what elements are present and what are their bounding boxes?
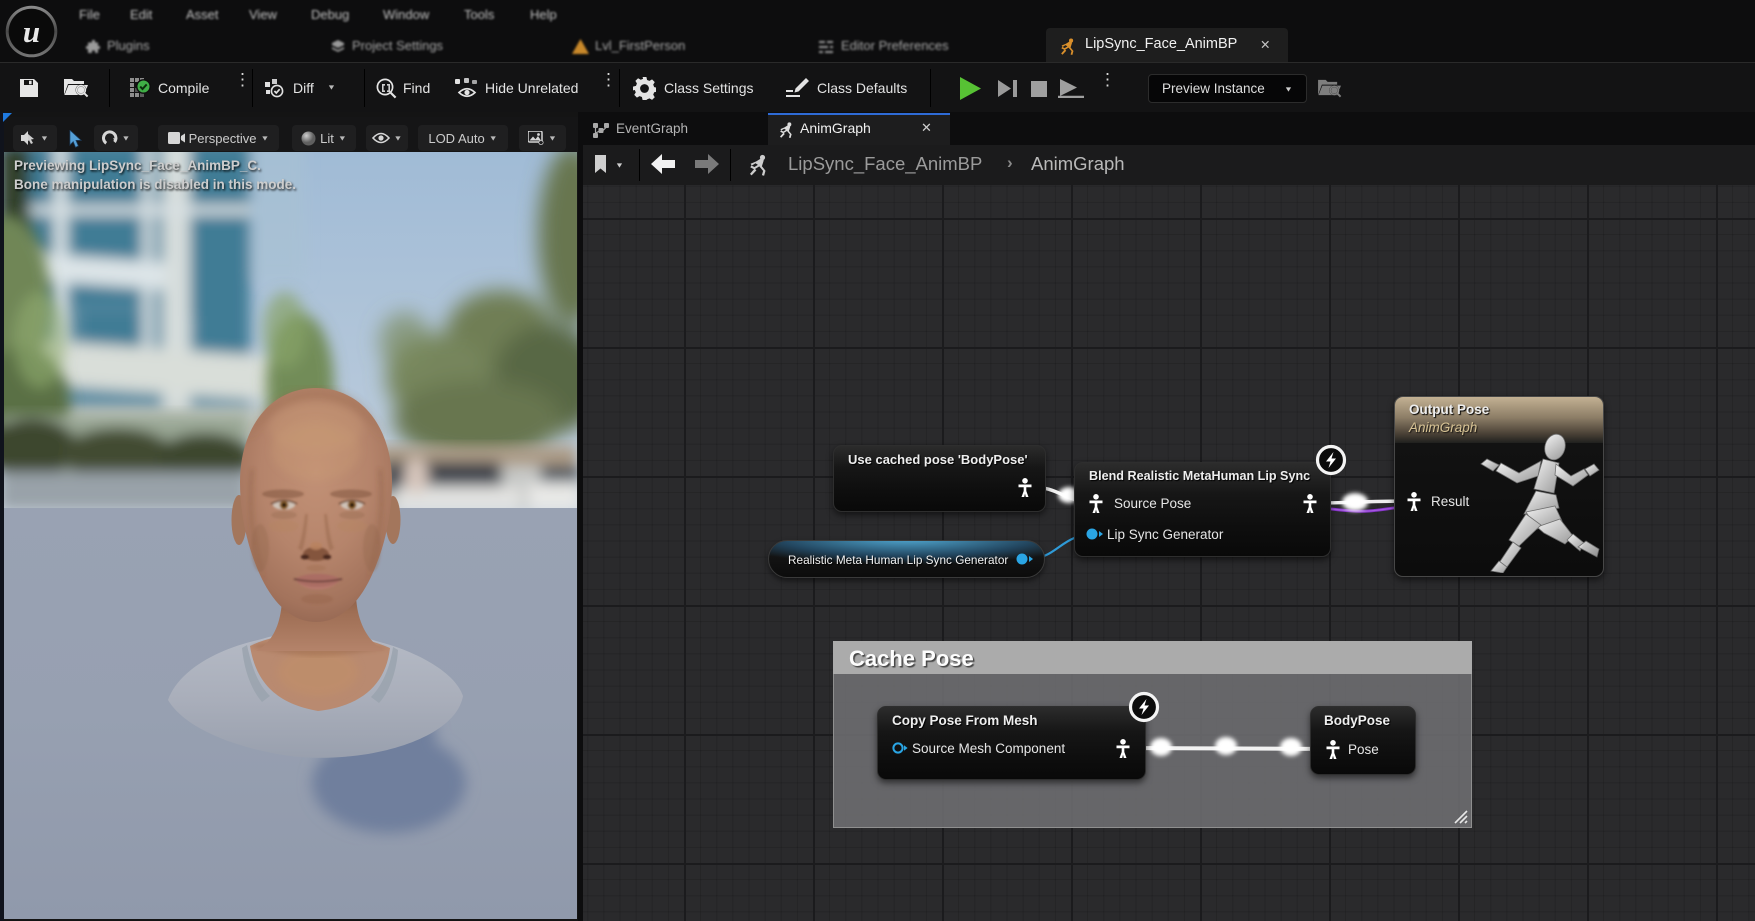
svg-text:u: u [23,14,40,49]
